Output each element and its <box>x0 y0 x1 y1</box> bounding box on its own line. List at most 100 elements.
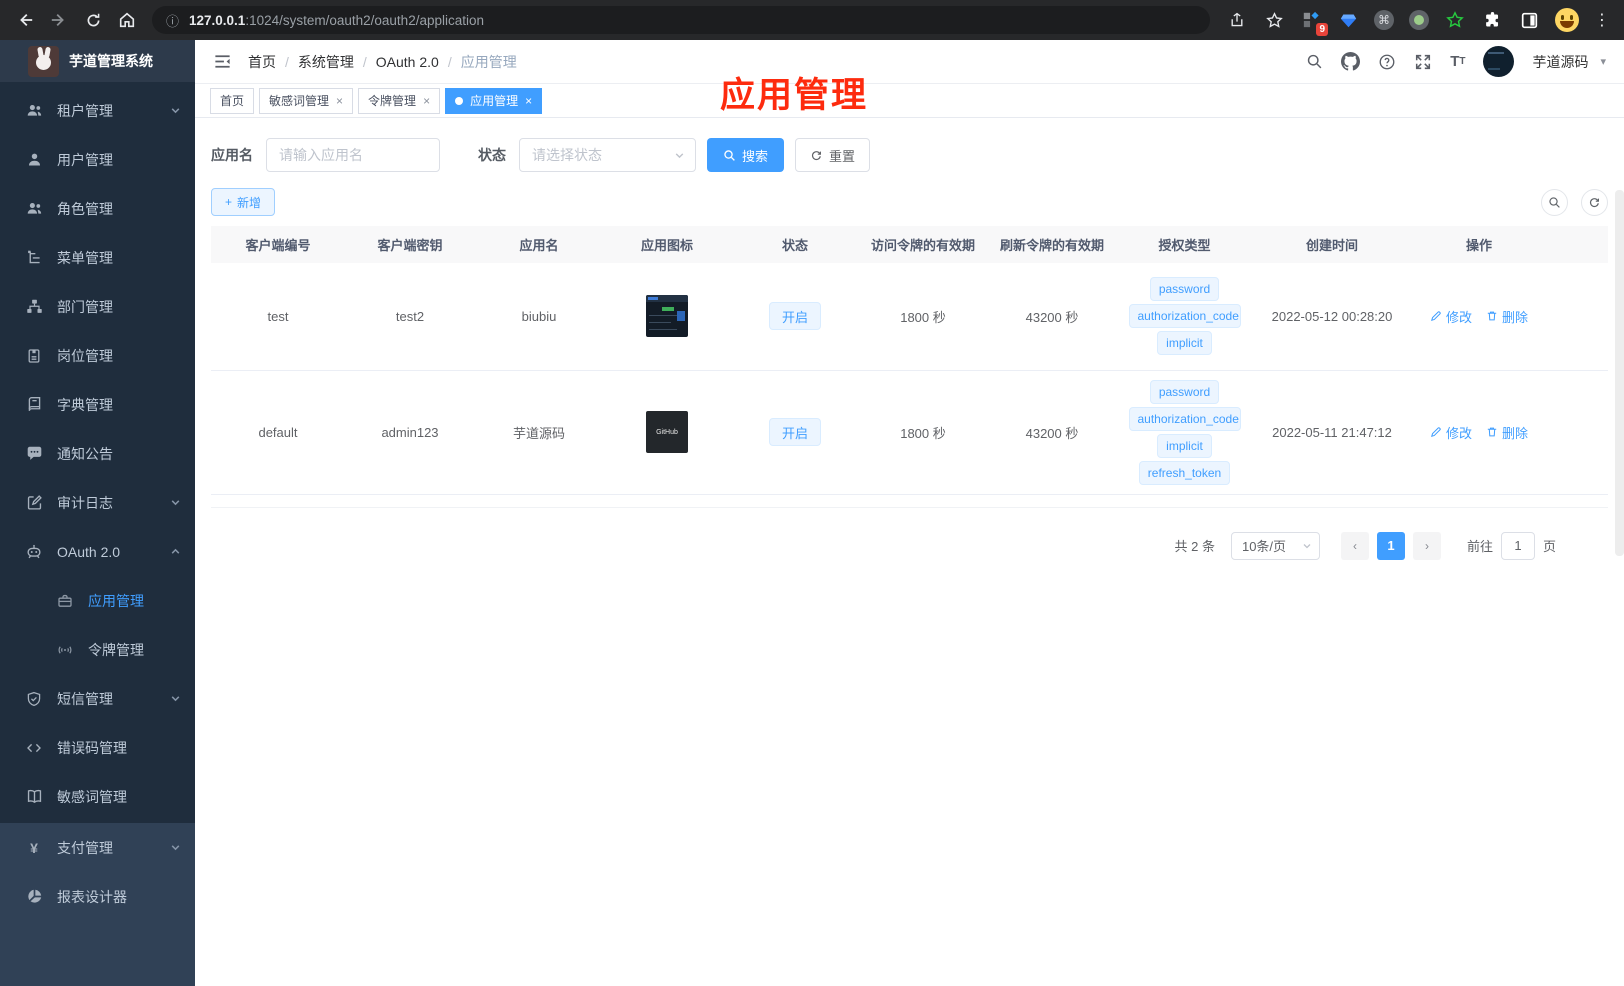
green-star-icon <box>1446 11 1464 28</box>
tab-sensitive-word[interactable]: 敏感词管理 × <box>259 87 354 114</box>
sidebar: 芋道管理系统 租户管理 用户管理 角色管理 菜单管理 部门管理 岗位管理 字典管… <box>0 40 195 986</box>
extensions-puzzle-button[interactable] <box>1481 9 1503 31</box>
edit-label: 修改 <box>1445 309 1472 325</box>
fullscreen-button[interactable] <box>1414 53 1432 71</box>
browser-menu-button[interactable]: ⋮ <box>1594 10 1610 30</box>
scrollbar[interactable] <box>1615 190 1624 556</box>
table-row: test test2 biubiu 开启 1800 秒 43200 秒 pass… <box>211 263 1608 371</box>
main-area: 应用管理 首页 / 系统管理 / OAuth 2.0 / 应用管理 T T 芋道… <box>195 40 1624 986</box>
signal-waves-icon <box>56 641 74 659</box>
tab-home[interactable]: 首页 <box>210 87 255 114</box>
breadcrumb-current: 应用管理 <box>460 53 517 70</box>
col-grant-types: 授权类型 <box>1117 226 1252 263</box>
sidebar-item-dept[interactable]: 部门管理 <box>0 282 195 331</box>
bookmark-button[interactable] <box>1263 5 1285 35</box>
split-screen-button[interactable] <box>1518 9 1540 31</box>
extension-blocks-icon[interactable]: 9 <box>1300 9 1328 36</box>
tab-close-icon[interactable]: × <box>336 95 343 107</box>
browser-profile-avatar[interactable] <box>1555 8 1579 32</box>
divider <box>211 506 1608 508</box>
sidebar-item-error-code[interactable]: 错误码管理 <box>0 723 195 772</box>
logo[interactable]: 芋道管理系统 <box>0 40 195 82</box>
sidebar-item-audit-log[interactable]: 审计日志 <box>0 478 195 527</box>
font-size-button[interactable]: TT <box>1450 53 1465 70</box>
cell-status: 开启 <box>731 370 859 495</box>
username: 芋道源码 <box>1532 53 1589 70</box>
tab-application-active[interactable]: 应用管理 × <box>445 87 543 114</box>
status-select[interactable]: 请选择状态 <box>519 138 696 172</box>
sidebar-item-menu[interactable]: 菜单管理 <box>0 233 195 282</box>
plus-icon: + <box>225 195 233 209</box>
filter-form: 应用名 状态 请选择状态 搜索 重置 <box>211 138 1608 172</box>
letter-t-small: T <box>1459 56 1466 67</box>
tab-label: 令牌管理 <box>368 94 417 108</box>
breadcrumb-separator: / <box>285 53 289 70</box>
sidebar-item-sensitive-word[interactable]: 敏感词管理 <box>0 772 195 821</box>
sidebar-item-report-designer[interactable]: 报表设计器 <box>0 872 195 921</box>
cell-grant-types: password authorization_code implicit <box>1117 263 1252 371</box>
sidebar-item-notice[interactable]: 通知公告 <box>0 429 195 478</box>
chevron-down-icon <box>170 842 181 853</box>
sidebar-item-oauth2-token[interactable]: 令牌管理 <box>0 625 195 674</box>
red-annotation: 应用管理 <box>720 76 869 115</box>
user-menu-caret-icon[interactable]: ▾ <box>1600 55 1606 68</box>
pagination: 共 2 条 10条/页 ‹ 1 › 前往 页 <box>211 531 1608 560</box>
breadcrumb-system[interactable]: 系统管理 <box>298 52 354 72</box>
tab-label: 敏感词管理 <box>269 94 330 108</box>
breadcrumb-oauth2[interactable]: OAuth 2.0 <box>376 54 439 70</box>
browser-back-button[interactable] <box>10 5 40 35</box>
cell-created: 2022-05-11 21:47:12 <box>1252 370 1412 495</box>
extension-star-icon[interactable] <box>1444 9 1466 31</box>
toggle-search-button[interactable] <box>1541 188 1568 216</box>
delete-button[interactable]: 删除 <box>1486 307 1528 326</box>
reset-button[interactable]: 重置 <box>795 138 871 172</box>
delete-button[interactable]: 删除 <box>1486 423 1528 442</box>
user-avatar[interactable] <box>1483 46 1515 77</box>
github-link-button[interactable] <box>1341 52 1361 71</box>
edit-button[interactable]: 修改 <box>1430 307 1472 326</box>
browser-home-button[interactable] <box>112 5 142 35</box>
tab-token[interactable]: 令牌管理 × <box>358 87 441 114</box>
sidebar-item-user[interactable]: 用户管理 <box>0 135 195 184</box>
sidebar-item-oauth2-application[interactable]: 应用管理 <box>0 576 195 625</box>
page-size-select[interactable]: 10条/页 <box>1230 531 1320 560</box>
prev-page-button[interactable]: ‹ <box>1340 531 1369 560</box>
tab-close-icon[interactable]: × <box>423 95 430 107</box>
sidebar-item-tenant[interactable]: 租户管理 <box>0 86 195 135</box>
browser-toolbar-right: 9 ⌘ ⋮ <box>1222 5 1614 36</box>
app-thumbnail-image: GitHub <box>646 411 688 453</box>
breadcrumb-home[interactable]: 首页 <box>248 52 276 72</box>
page-number-current[interactable]: 1 <box>1376 531 1405 560</box>
collapse-sidebar-button[interactable] <box>213 52 232 71</box>
next-page-button[interactable]: › <box>1412 531 1441 560</box>
refresh-icon <box>811 150 822 160</box>
site-info-icon[interactable]: ⓘ <box>166 11 179 30</box>
address-bar[interactable]: ⓘ 127.0.0.1:1024/system/oauth2/oauth2/ap… <box>152 6 1210 34</box>
user-icon <box>25 151 43 169</box>
search-button[interactable]: 搜索 <box>707 138 785 172</box>
table-row: default admin123 芋道源码 GitHub 开启 1800 秒 4… <box>211 370 1608 495</box>
tab-close-icon[interactable]: × <box>525 95 532 107</box>
extension-recorder-icon[interactable] <box>1409 10 1429 30</box>
add-button[interactable]: + 新增 <box>211 188 276 216</box>
sidebar-item-sms[interactable]: 短信管理 <box>0 674 195 723</box>
app-name-input[interactable] <box>266 138 440 172</box>
help-button[interactable] <box>1378 53 1396 71</box>
goto-page-input[interactable] <box>1500 531 1535 560</box>
extension-command-icon[interactable]: ⌘ <box>1374 10 1394 30</box>
breadcrumb-separator: / <box>447 53 452 70</box>
edit-button[interactable]: 修改 <box>1430 423 1472 442</box>
extension-gem-icon[interactable] <box>1337 9 1359 31</box>
header-search-button[interactable] <box>1306 53 1323 70</box>
browser-reload-button[interactable] <box>78 5 108 35</box>
share-button[interactable] <box>1226 5 1248 35</box>
search-icon <box>1308 54 1322 69</box>
sidebar-item-dict[interactable]: 字典管理 <box>0 380 195 429</box>
sidebar-item-oauth2[interactable]: OAuth 2.0 <box>0 527 195 576</box>
sidebar-item-role[interactable]: 角色管理 <box>0 184 195 233</box>
refresh-table-button[interactable] <box>1581 188 1608 216</box>
sidebar-item-label: 角色管理 <box>57 200 113 217</box>
sidebar-item-post[interactable]: 岗位管理 <box>0 331 195 380</box>
browser-forward-button[interactable] <box>44 5 74 35</box>
sidebar-item-pay[interactable]: ¥ 支付管理 <box>0 823 195 872</box>
